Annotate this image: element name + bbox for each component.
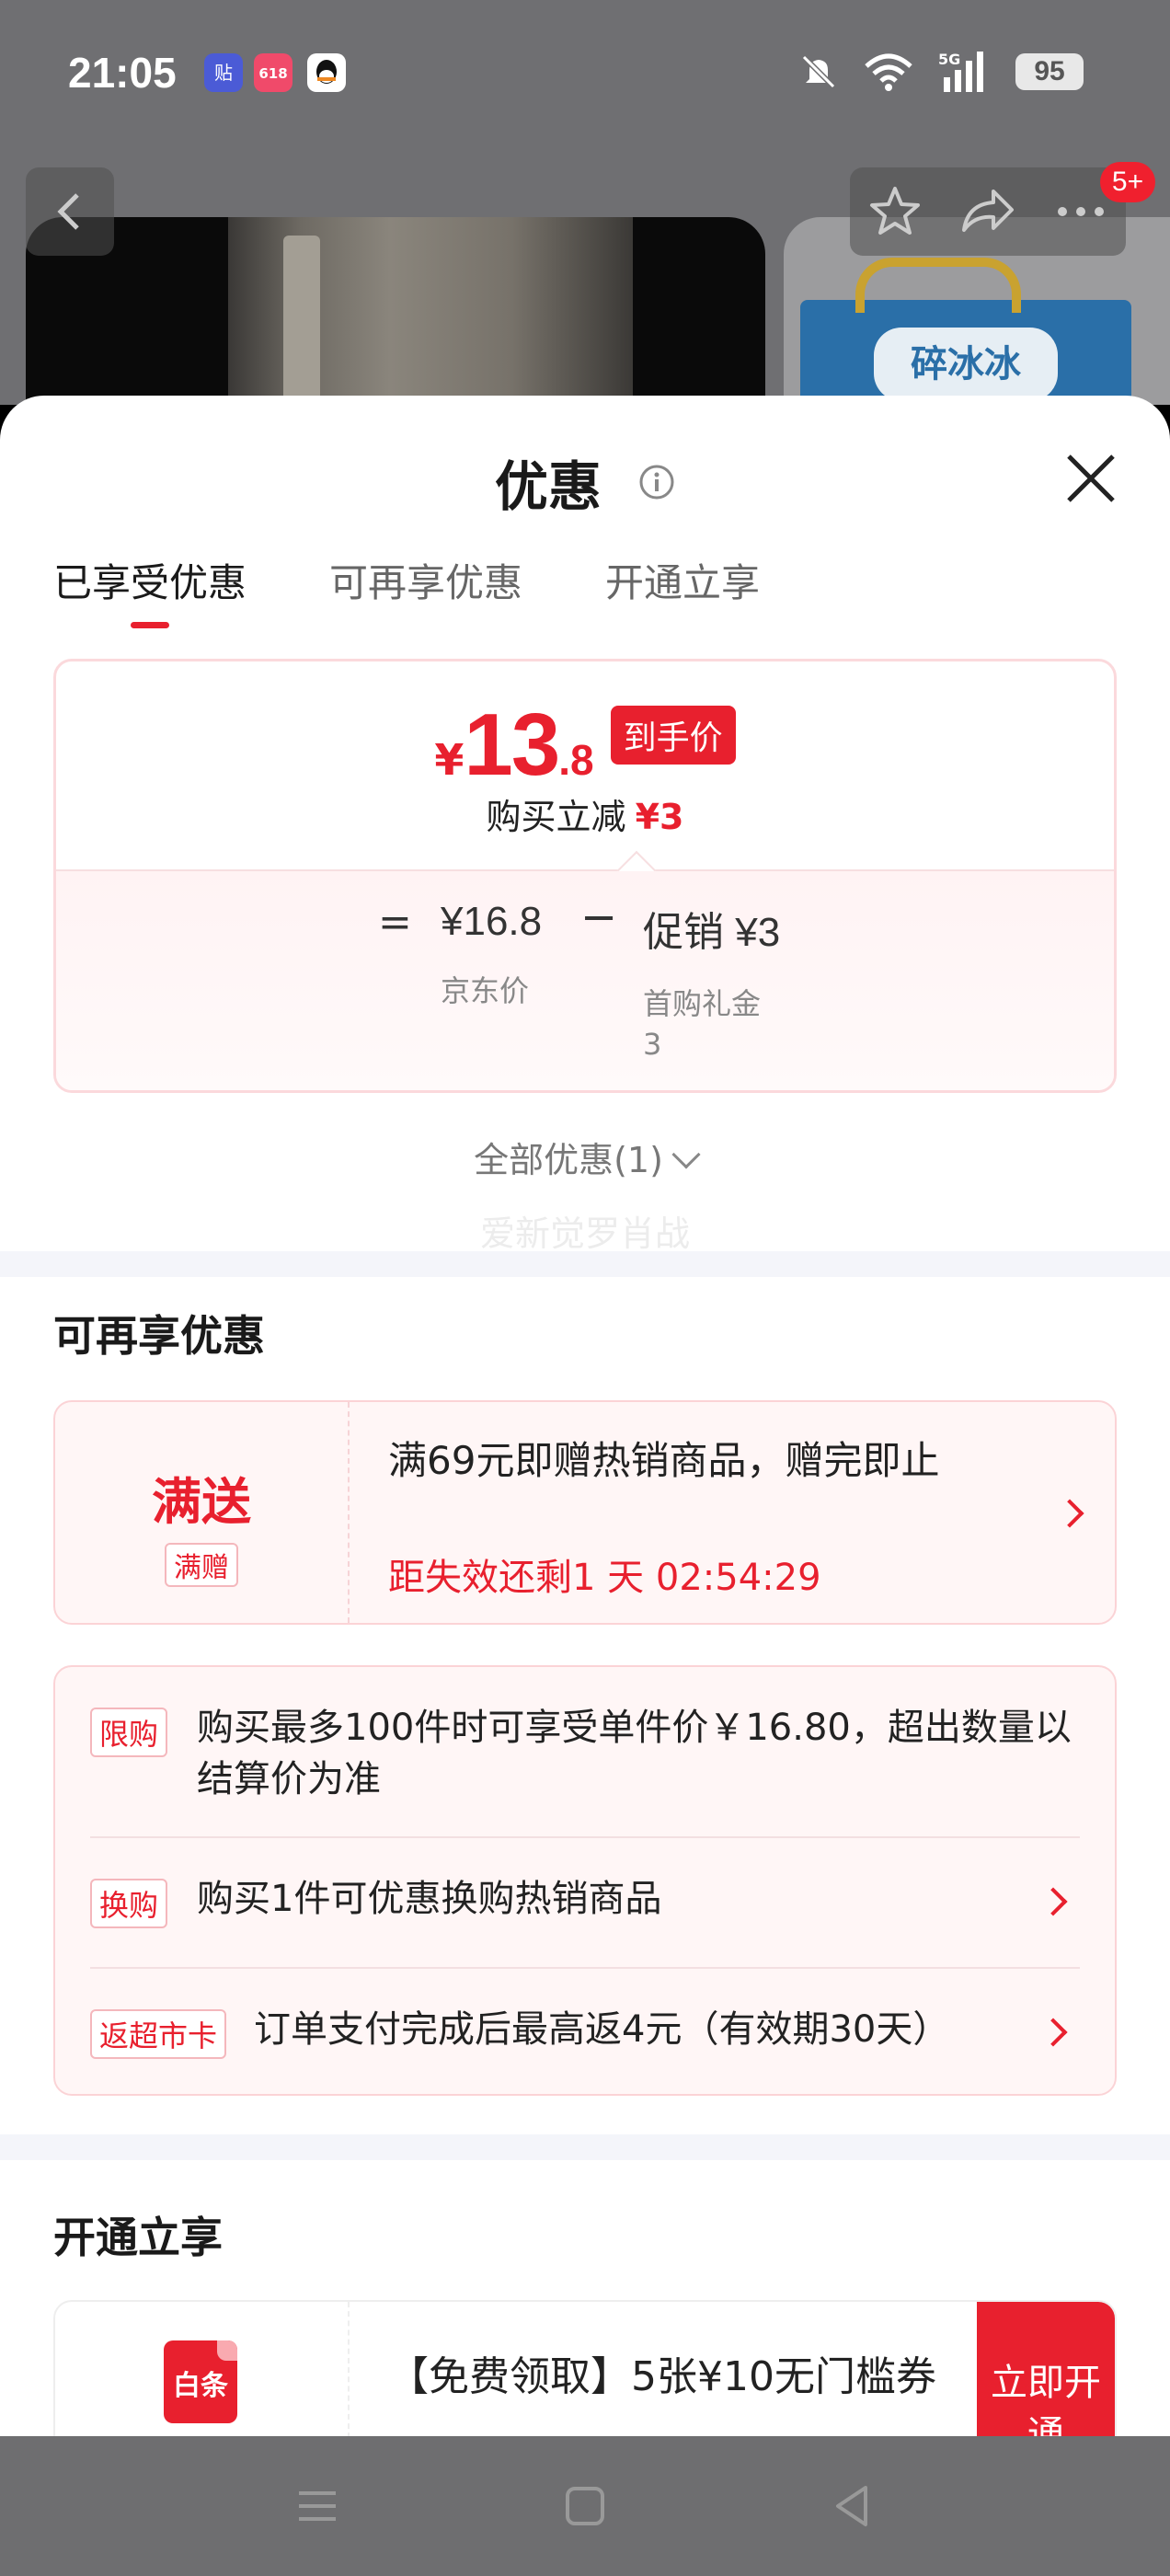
- rule-text: 订单支付完成后最高返4元（有效期30天）: [254, 2008, 950, 2051]
- section-title-open: 开通立享: [53, 2213, 223, 2262]
- more-icon[interactable]: [1053, 184, 1108, 239]
- rule-item-exchange[interactable]: 换购 购买1件可优惠换购热销商品: [90, 1873, 1080, 1928]
- jd-price-value: ¥16.8: [441, 899, 543, 944]
- promo-label: 首购礼金: [643, 986, 762, 1021]
- signal-icon: 5G: [938, 51, 983, 92]
- status-bar: 21:05 贴 618 5G 95: [0, 0, 1170, 156]
- jd-price-column: ¥16.8 京东价: [441, 899, 542, 1011]
- close-icon[interactable]: [1063, 451, 1118, 506]
- 618-app-icon: 618: [254, 53, 292, 92]
- promo-sub: 3: [643, 1027, 662, 1062]
- rule-tag: 返超市卡: [90, 2009, 227, 2059]
- back-icon: [57, 193, 79, 230]
- open-now-button[interactable]: 立即开通: [977, 2302, 1115, 2438]
- gift-offer-type: 满送 满赠: [55, 1402, 350, 1623]
- chevron-right-icon: [1038, 1887, 1068, 1916]
- system-nav-bar: [0, 2436, 1170, 2576]
- back-nav-icon[interactable]: [825, 2478, 880, 2534]
- promo-column: 促销 ¥3 首购礼金 3: [643, 899, 780, 1064]
- gift-offer-card[interactable]: 满送 满赠 满69元即赠热销商品，赠完即止 距失效还剩1 天 02:54:29: [53, 1400, 1117, 1625]
- rule-divider: [90, 1836, 1080, 1838]
- gift-title: 满送: [152, 1473, 251, 1531]
- minus-sign: −: [580, 891, 618, 943]
- final-price: ¥13.8 到手价: [56, 695, 1114, 796]
- baitiao-offer-text: 【免费领取】5张¥10无门槛券: [388, 2353, 936, 2400]
- offer-rules-card: 限购 购买最多100件时可享受单件价￥16.80，超出数量以结算价为准 换购 购…: [53, 1665, 1117, 2096]
- sheet-header: 优惠: [0, 443, 1170, 521]
- svg-text:贴: 贴: [214, 62, 233, 84]
- all-offers-toggle[interactable]: 全部优惠(1): [0, 1132, 1170, 1182]
- mute-icon: [801, 54, 836, 89]
- section-title-more: 可再享优惠: [53, 1311, 265, 1361]
- chevron-down-icon: [671, 1140, 701, 1169]
- price-integer: 13: [464, 696, 560, 794]
- section-divider: [0, 2134, 1170, 2160]
- tab-more-offers[interactable]: 可再享优惠: [329, 552, 522, 628]
- all-offers-label: 全部优惠(1): [474, 1140, 663, 1180]
- gift-tag: 满赠: [165, 1543, 238, 1587]
- rule-item-rebate[interactable]: 返超市卡 订单支付完成后最高返4元（有效期30天）: [90, 2004, 1080, 2059]
- final-price-badge: 到手价: [610, 706, 736, 765]
- watermark: 爱新觉罗肖战: [479, 1213, 690, 1254]
- clock: 21:05: [68, 49, 177, 97]
- product-box-label: 碎冰冰: [874, 328, 1058, 401]
- gift-countdown: 距失效还剩1 天 02:54:29: [388, 1557, 821, 1599]
- final-price-card: ¥13.8 到手价 购买立减 ¥3 = ¥16.8 京东价 − 促销 ¥3 首购礼金…: [53, 659, 1117, 1093]
- equals-sign: =: [378, 899, 412, 946]
- tab-open-enjoy[interactable]: 开通立享: [605, 552, 760, 628]
- discount-summary: 购买立减 ¥3: [56, 788, 1114, 839]
- jd-price-label: 京东价: [441, 973, 530, 1008]
- star-icon[interactable]: [867, 184, 923, 239]
- menu-icon[interactable]: [290, 2478, 345, 2534]
- svg-text:618: 618: [258, 65, 287, 82]
- offers-sheet: 优惠 已享受优惠 可再享优惠 开通立享 ¥13.8 到手价 购买立减 ¥3 = ¥1…: [0, 396, 1170, 2438]
- tab-enjoyed[interactable]: 已享受优惠: [53, 552, 247, 628]
- discount-label: 购买立减: [486, 797, 626, 837]
- gift-description: 满69元即赠热销商品，赠完即止: [388, 1438, 940, 1483]
- discount-value: ¥3: [635, 797, 684, 837]
- rule-text: 购买1件可优惠换购热销商品: [197, 1878, 662, 1920]
- qq-app-icon: [307, 53, 346, 92]
- chevron-right-icon: [1038, 2018, 1068, 2047]
- rule-tag: 换购: [90, 1879, 168, 1928]
- rule-divider: [90, 1967, 1080, 1969]
- chevron-right-icon: [1055, 1499, 1084, 1528]
- info-icon[interactable]: [638, 464, 675, 500]
- price-breakdown: = ¥16.8 京东价 − 促销 ¥3 首购礼金 3: [56, 871, 1114, 1090]
- baitiao-logo-area: 白条: [55, 2302, 350, 2438]
- wifi-icon: [865, 53, 912, 91]
- price-decimal: .8: [558, 736, 594, 784]
- rule-item-limit: 限购 购买最多100件时可享受单件价￥16.80，超出数量以结算价为准: [90, 1702, 1080, 1812]
- back-button[interactable]: [26, 167, 114, 256]
- currency-symbol: ¥: [434, 735, 465, 785]
- rule-tag: 限购: [90, 1708, 168, 1757]
- home-icon[interactable]: [557, 2478, 613, 2534]
- baitiao-offer-card[interactable]: 白条 【免费领取】5张¥10无门槛券 立即开通: [53, 2300, 1117, 2438]
- share-icon[interactable]: [958, 184, 1017, 239]
- battery-icon: 95: [1015, 53, 1084, 90]
- product-photo: [26, 217, 765, 405]
- tieba-app-icon: 贴: [204, 53, 243, 92]
- promo-value: 促销 ¥3: [643, 910, 781, 955]
- offer-tabs: 已享受优惠 可再享优惠 开通立享: [53, 552, 760, 628]
- status-icons: 5G 95: [798, 48, 1084, 96]
- notification-badge: 5+: [1100, 162, 1155, 202]
- section-divider: [0, 1251, 1170, 1277]
- rule-text: 购买最多100件时可享受单件价￥16.80，超出数量以结算价为准: [197, 1707, 1072, 1800]
- top-actions: [850, 167, 1126, 256]
- baitiao-logo-icon: 白条: [164, 2340, 237, 2423]
- sheet-title: 优惠: [494, 455, 602, 518]
- svg-text:5G: 5G: [938, 51, 960, 68]
